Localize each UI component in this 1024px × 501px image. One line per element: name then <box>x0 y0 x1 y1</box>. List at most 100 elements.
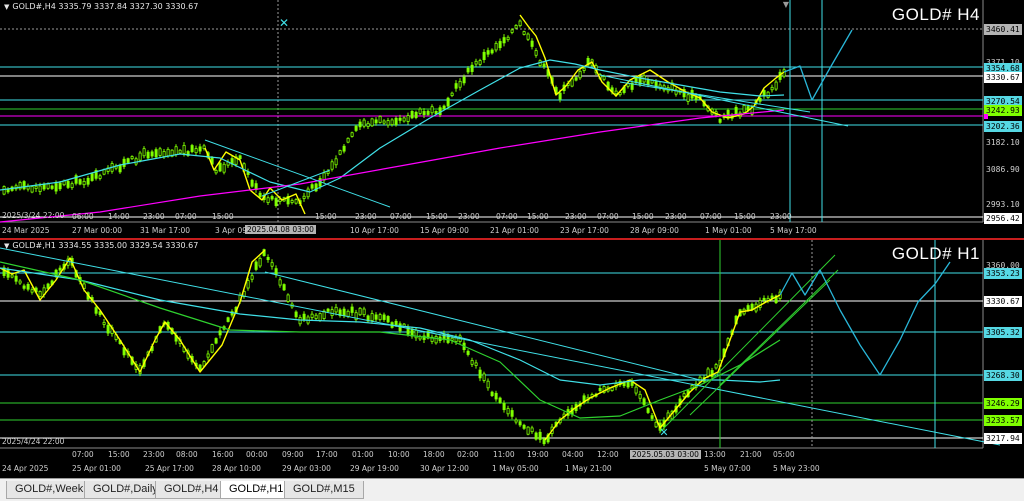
h4-symbol-info: ▼ GOLD#,H4 3335.79 3337.84 3327.30 3330.6… <box>4 2 198 11</box>
h1-candle-body <box>246 280 250 289</box>
h4-candle-body <box>42 183 46 190</box>
h4-candle-body <box>78 179 82 185</box>
h1-candle-body <box>206 353 210 358</box>
h1-candle-body <box>214 338 218 344</box>
h4-candle-body <box>498 41 502 49</box>
h1-candle-body <box>750 303 754 310</box>
h4-candle-body <box>426 110 430 115</box>
h1-price-label: 3233.57 <box>984 415 1022 426</box>
h1-candle-body <box>274 268 278 275</box>
h4-crosshair-time: 2025.04.08 03:00 <box>245 225 316 234</box>
h1-price-label: 3330.67 <box>984 296 1022 307</box>
h1-price-label: 3217.94 <box>984 433 1022 444</box>
h1-ma-fast-line <box>0 267 781 386</box>
h4-candle-body <box>446 97 450 107</box>
h1-candle-body <box>254 261 258 270</box>
h1-candle-body <box>286 294 290 302</box>
h1-candle-body <box>258 257 262 267</box>
h4-candle-body <box>154 149 158 158</box>
h4-candle-body <box>118 165 122 173</box>
h1-candle-body <box>218 330 222 336</box>
h1-candle-body <box>506 408 510 415</box>
h1-candle-body <box>278 279 282 286</box>
h1-projection-path <box>779 261 951 376</box>
h4-candle-body <box>370 118 374 127</box>
h4-candle-body <box>250 179 254 187</box>
h1-candle-body <box>378 314 382 321</box>
h4-time-label: 23 Apr 17:00 <box>560 226 609 235</box>
h1-ohlc-text: GOLD#,H1 3334.55 3335.00 3329.54 3330.67 <box>12 241 199 250</box>
h4-candle-body <box>38 185 42 192</box>
h4-cross-marker-icon: ✕ <box>279 16 289 30</box>
h4-chart-canvas[interactable]: ✕▼ <box>0 0 1024 238</box>
h4-time-label: 24 Mar 2025 <box>2 226 50 235</box>
h1-hour-label: 17:00 <box>316 450 338 459</box>
chart-pane-h1[interactable]: ✕ ▼ GOLD#,H1 3334.55 3335.00 3329.54 3330… <box>0 240 1024 478</box>
h4-candle-body <box>338 150 342 155</box>
h1-hour-label: 18:00 <box>423 450 445 459</box>
h4-candle-body <box>686 94 690 102</box>
h4-time-label: 3 Apr 09: <box>215 226 250 235</box>
h4-price-label: 3202.36 <box>984 121 1022 132</box>
h1-hour-label: 11:00 <box>493 450 515 459</box>
h4-candle-body <box>766 91 770 98</box>
chart-pane-h4[interactable]: ✕ ▼ ▼ GOLD#,H4 3335.79 3337.84 3327.30 333… <box>0 0 1024 240</box>
h4-candle-body <box>410 110 414 119</box>
h1-time-label: 25 Apr 17:00 <box>145 464 194 473</box>
pane-menu-triangle-icon[interactable]: ▼ <box>4 3 9 11</box>
h4-candle-body <box>150 151 154 157</box>
h4-candle-body <box>406 115 410 122</box>
h4-candle-body <box>530 40 534 47</box>
h4-candle-body <box>142 148 146 157</box>
h4-trendline <box>619 81 811 113</box>
h4-price-label: 2956.42 <box>984 213 1022 224</box>
h4-candle-body <box>346 137 350 143</box>
h1-hour-label: 05:00 <box>773 450 795 459</box>
h4-candle-body <box>50 185 54 189</box>
h1-candle-body <box>314 314 318 319</box>
h4-candle-body <box>510 29 514 33</box>
h1-time-label: 28 Apr 10:00 <box>212 464 261 473</box>
h1-candle-body <box>646 408 650 413</box>
tab-h4[interactable]: GOLD#,H4 <box>155 481 228 499</box>
h1-candle-body <box>374 314 378 320</box>
h1-candle-body <box>18 280 22 284</box>
h1-hour-label: 04:00 <box>562 450 584 459</box>
h4-candle-body <box>198 146 202 152</box>
h1-hour-label: 12:00 <box>597 450 619 459</box>
h4-hour-label: 14:00 <box>108 212 130 221</box>
h4-candle-body <box>762 90 766 97</box>
h1-chart-canvas[interactable]: ✕ <box>0 240 1024 478</box>
h4-candle-body <box>422 111 426 115</box>
h1-candle-body <box>362 308 366 316</box>
h1-candle-body <box>382 314 386 320</box>
h1-candle-body <box>358 307 362 316</box>
h4-candle-body <box>646 80 650 85</box>
h4-candle-body <box>162 151 166 157</box>
h1-hour-label: 09:00 <box>282 450 304 459</box>
h1-date-start: 2025/4/24 22:00 <box>2 437 65 446</box>
pane-menu-triangle-icon[interactable]: ▼ <box>4 242 9 250</box>
h1-candle-body <box>386 316 390 323</box>
h4-candle-body <box>58 182 62 190</box>
h4-candle-body <box>382 120 386 124</box>
h1-candle-body <box>522 424 526 429</box>
h4-candle-body <box>414 111 418 118</box>
h1-candle-body <box>514 419 518 423</box>
h1-hour-label: 10:00 <box>388 450 410 459</box>
tab-h1[interactable]: GOLD#,H1 <box>220 481 293 499</box>
h4-hour-label: 15:00 <box>315 212 337 221</box>
h4-candle-body <box>526 33 530 40</box>
h1-channel-line <box>719 269 839 386</box>
h1-trendline <box>0 247 1001 446</box>
h1-candle-body <box>106 324 110 334</box>
h4-candle-body <box>458 80 462 88</box>
h4-candle-body <box>734 106 738 115</box>
h1-candle-body <box>478 369 482 379</box>
h1-candle-body <box>26 283 30 290</box>
h4-candle-body <box>34 185 38 189</box>
tab-m15[interactable]: GOLD#,M15 <box>284 481 364 499</box>
h4-candle-body <box>362 119 366 127</box>
h1-chart-title: GOLD# H1 <box>891 244 980 263</box>
h1-candle-body <box>466 350 470 355</box>
